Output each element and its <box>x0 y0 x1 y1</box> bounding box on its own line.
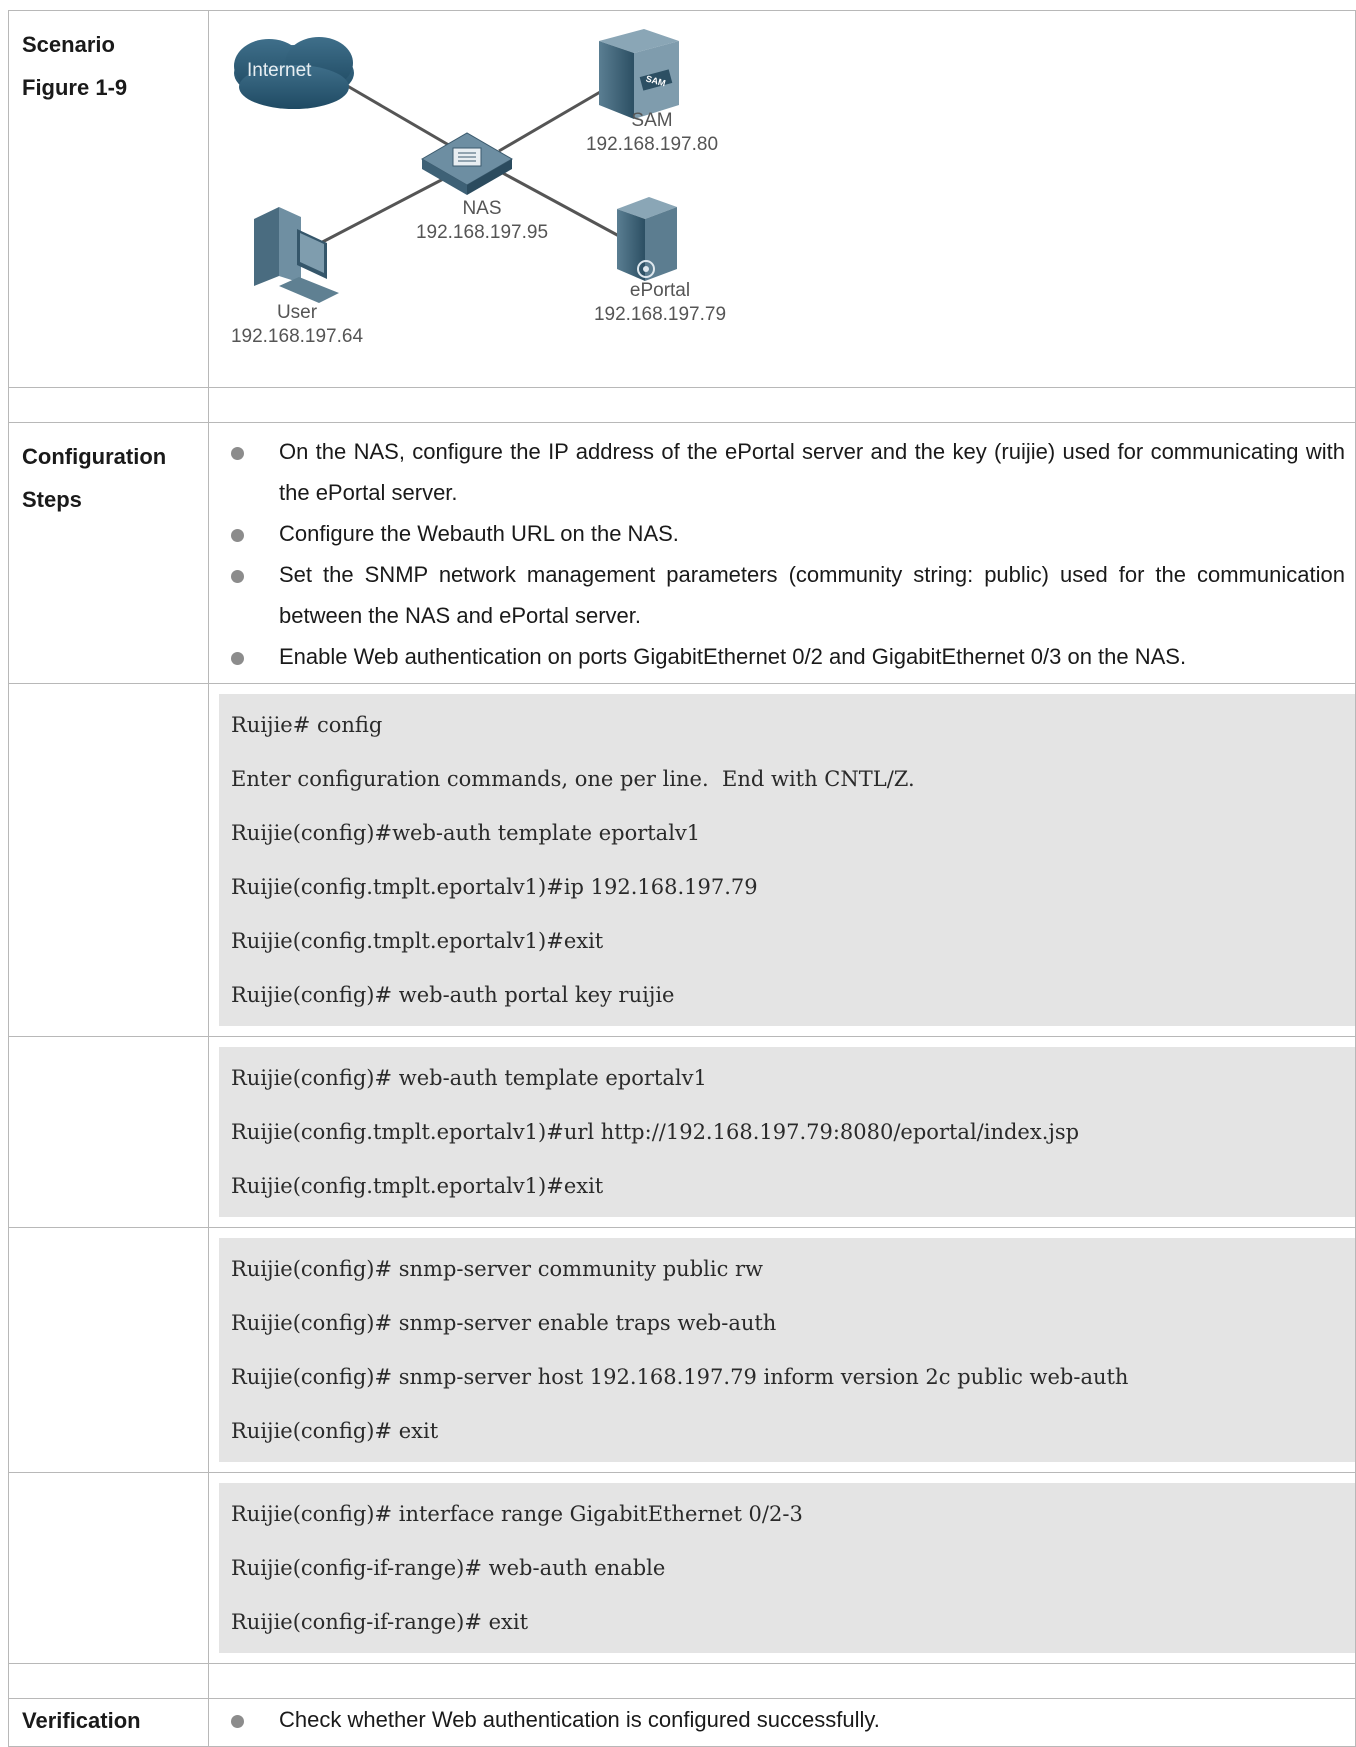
code-line: Ruijie(config.tmplt.eportalv1)#url http:… <box>231 1120 1080 1144</box>
code-cell: Ruijie(config)# snmp-server community pu… <box>208 1227 1356 1473</box>
list-item: Enable Web authentication on ports Gigab… <box>209 636 1355 677</box>
config-steps-title: Configuration <box>22 444 167 469</box>
list-item: Set the SNMP network management paramete… <box>209 554 1355 636</box>
eportal-label: ePortal 192.168.197.79 <box>590 279 730 327</box>
code-line: Ruijie(config.tmplt.eportalv1)#exit <box>231 1174 604 1198</box>
nas-label: NAS 192.168.197.95 <box>412 197 552 245</box>
config-steps-title-2: Steps <box>22 487 82 512</box>
user-pc-icon <box>254 207 339 303</box>
code-line: Ruijie(config)#web-auth template eportal… <box>231 821 701 845</box>
code-cell: Ruijie(config)# web-auth template eporta… <box>208 1036 1356 1228</box>
blank-row <box>8 1663 1356 1699</box>
code-line: Ruijie(config-if-range)# exit <box>231 1610 529 1634</box>
bullet-icon <box>231 1715 244 1728</box>
steps-list: On the NAS, configure the IP address of … <box>209 423 1355 683</box>
code-cell: Ruijie# config Enter configuration comma… <box>208 683 1356 1037</box>
config-table: Scenario Figure 1-9 SAM Internet SAM 192… <box>8 10 1356 1747</box>
sam-label: SAM 192.168.197.80 <box>582 109 722 157</box>
eportal-name: ePortal <box>629 280 691 301</box>
user-label: User 192.168.197.64 <box>227 301 367 349</box>
user-ip: 192.168.197.64 <box>230 326 364 347</box>
eportal-ip: 192.168.197.79 <box>593 304 727 325</box>
config-steps-label: Configuration Steps <box>8 422 209 684</box>
verification-list: Check whether Web authentication is conf… <box>209 1699 1355 1746</box>
code-line: Ruijie(config)# interface range GigabitE… <box>231 1502 803 1526</box>
code-cell: Ruijie(config)# interface range GigabitE… <box>208 1472 1356 1664</box>
verification-label: Verification <box>8 1698 209 1747</box>
code-line: Ruijie(config)# web-auth portal key ruij… <box>231 983 675 1007</box>
internet-label: Internet <box>247 60 312 81</box>
code-block-2: Ruijie(config)# web-auth template eporta… <box>219 1047 1355 1217</box>
empty-label-cell <box>8 1036 209 1228</box>
bullet-icon <box>231 529 244 542</box>
eportal-server-icon <box>617 197 677 281</box>
empty-label-cell <box>8 1472 209 1664</box>
list-item: Check whether Web authentication is conf… <box>209 1699 1355 1740</box>
bullet-icon <box>231 652 244 665</box>
topology-diagram: SAM Internet SAM 192.168.197.80 NAS 192.… <box>209 11 1355 387</box>
code-line: Ruijie(config.tmplt.eportalv1)#ip 192.16… <box>231 875 758 899</box>
sam-server-icon: SAM <box>599 29 679 119</box>
user-name: User <box>276 302 318 323</box>
empty-label-cell <box>8 1227 209 1473</box>
config-steps-cell: On the NAS, configure the IP address of … <box>208 422 1356 684</box>
nas-ip: 192.168.197.95 <box>415 222 549 243</box>
sam-ip: 192.168.197.80 <box>585 134 719 155</box>
scenario-figure-cell: SAM Internet SAM 192.168.197.80 NAS 192.… <box>208 10 1356 388</box>
scenario-title: Scenario <box>22 32 115 57</box>
empty-label-cell <box>8 683 209 1037</box>
bullet-icon <box>231 570 244 583</box>
verification-cell: Check whether Web authentication is conf… <box>208 1698 1356 1747</box>
link-internet-nas <box>343 82 460 153</box>
nas-switch-icon <box>421 132 513 195</box>
code-line: Enter configuration commands, one per li… <box>231 767 915 791</box>
code-line: Ruijie(config)# snmp-server enable traps… <box>231 1311 777 1335</box>
code-line: Ruijie(config)# snmp-server community pu… <box>231 1257 764 1281</box>
code-block-4: Ruijie(config)# interface range GigabitE… <box>219 1483 1355 1653</box>
list-item: Configure the Webauth URL on the NAS. <box>209 513 1355 554</box>
code-block-3: Ruijie(config)# snmp-server community pu… <box>219 1238 1355 1462</box>
code-line: Ruijie(config)# snmp-server host 192.168… <box>231 1365 1129 1389</box>
code-line: Ruijie(config)# exit <box>231 1419 439 1443</box>
bullet-icon <box>231 447 244 460</box>
code-block-1: Ruijie# config Enter configuration comma… <box>219 694 1355 1026</box>
nas-name: NAS <box>462 198 502 219</box>
figure-caption: Figure 1-9 <box>22 75 128 100</box>
list-item: On the NAS, configure the IP address of … <box>209 431 1355 513</box>
code-line: Ruijie(config)# web-auth template eporta… <box>231 1066 707 1090</box>
code-line: Ruijie# config <box>231 713 383 737</box>
code-line: Ruijie(config-if-range)# web-auth enable <box>231 1556 666 1580</box>
blank-row <box>8 387 1356 423</box>
code-line: Ruijie(config.tmplt.eportalv1)#exit <box>231 929 604 953</box>
sam-name: SAM <box>631 110 673 131</box>
scenario-label: Scenario Figure 1-9 <box>8 10 209 388</box>
